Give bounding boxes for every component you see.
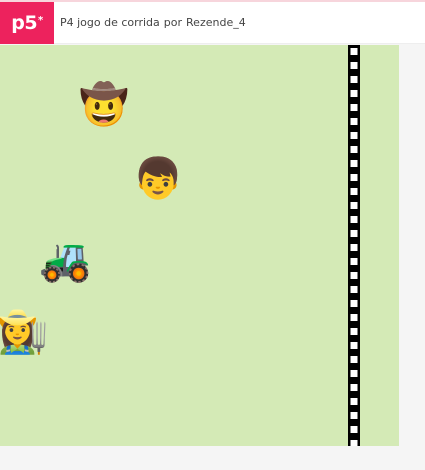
p5-logo-asterisk: * xyxy=(38,15,43,26)
tractor-emoji: 🚜 xyxy=(39,235,92,284)
sketch-name: P4 jogo de corrida xyxy=(60,16,160,29)
finish-line-square xyxy=(350,48,358,55)
finish-line-square xyxy=(350,272,358,279)
finish-line-square xyxy=(350,188,358,195)
finish-line-square xyxy=(350,202,358,209)
finish-line-square xyxy=(350,398,358,405)
p5-logo[interactable]: p5 * xyxy=(0,1,54,44)
finish-line-square xyxy=(350,300,358,307)
woman-farmer-emoji: 👩‍🌾 xyxy=(0,307,49,356)
finish-line xyxy=(348,45,360,446)
cowboy-face-emoji: 🤠 xyxy=(79,82,129,128)
sketch-title: P4 jogo de corrida por Rezende_4 xyxy=(60,16,246,29)
finish-line-square xyxy=(350,412,358,419)
boy-face-emoji: 👦 xyxy=(133,156,183,202)
finish-line-square xyxy=(350,314,358,321)
finish-line-square xyxy=(350,90,358,97)
by-label: por xyxy=(163,16,183,29)
finish-line-square xyxy=(350,132,358,139)
runner-cowboy: 🤠 xyxy=(79,85,129,125)
finish-line-square xyxy=(350,174,358,181)
runner-farmer: 👩‍🌾 xyxy=(0,311,48,353)
finish-line-square xyxy=(350,328,358,335)
finish-line-square xyxy=(350,244,358,251)
finish-line-square xyxy=(350,426,358,433)
finish-line-square xyxy=(350,62,358,69)
finish-line-square xyxy=(350,384,358,391)
finish-line-square xyxy=(350,118,358,125)
editor-header: p5 * P4 jogo de corrida por Rezende_4 xyxy=(0,1,425,44)
finish-line-square xyxy=(350,146,358,153)
runner-boy: 👦 xyxy=(133,159,183,199)
finish-line-square xyxy=(350,216,358,223)
runner-tractor: 🚜 xyxy=(39,239,91,281)
finish-line-square xyxy=(350,76,358,83)
finish-line-square xyxy=(350,104,358,111)
finish-line-square xyxy=(350,440,358,446)
finish-line-square xyxy=(350,356,358,363)
finish-line-square xyxy=(350,286,358,293)
p5-logo-text: p5 xyxy=(11,11,38,34)
finish-line-square xyxy=(350,370,358,377)
finish-line-square xyxy=(350,160,358,167)
game-canvas[interactable]: 🤠 👦 🚜 👩‍🌾 xyxy=(0,45,399,446)
finish-line-square xyxy=(350,230,358,237)
author-link[interactable]: Rezende_4 xyxy=(186,16,246,29)
finish-line-square xyxy=(350,258,358,265)
finish-line-square xyxy=(350,342,358,349)
